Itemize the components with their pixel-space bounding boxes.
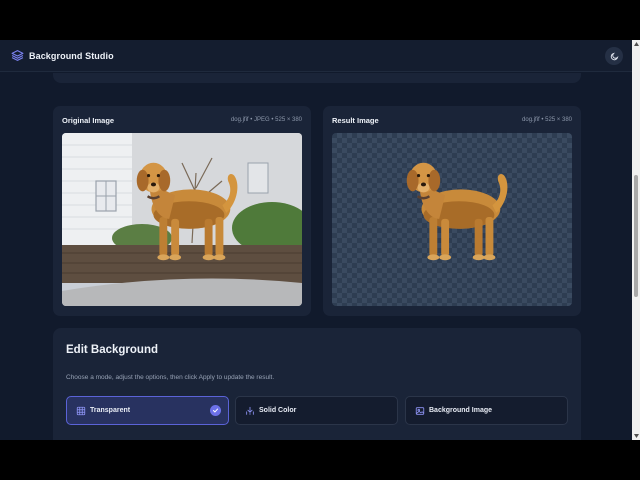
image-icon [415,406,425,416]
mode-background-image-button[interactable]: Background Image [405,396,568,425]
scroll-up-icon[interactable] [632,40,640,48]
paint-bucket-icon [245,406,255,416]
original-image-title: Original Image [62,116,115,125]
scroll-down-icon[interactable] [632,432,640,440]
check-icon [210,405,221,416]
vertical-scrollbar[interactable] [632,40,640,440]
app-title: Background Studio [29,50,114,61]
result-image-panel: Result Image dog.jfif • 525 × 380 [323,106,581,316]
edit-background-title: Edit Background [66,344,159,356]
mode-background-image-label: Background Image [429,407,493,414]
result-image-meta: dog.jfif • 525 × 380 [522,117,572,123]
app-viewport: Background Studio Original Image dog.jfi… [0,40,640,440]
mode-solid-color-button[interactable]: Solid Color [235,396,398,425]
app-header: Background Studio [0,40,632,72]
edit-background-card: Edit Background Choose a mode, adjust th… [53,328,581,440]
result-image-title: Result Image [332,116,379,125]
previous-card [53,73,581,83]
original-image [62,133,302,306]
original-image-panel: Original Image dog.jfif • JPEG • 525 × 3… [53,106,311,316]
layers-icon [11,49,24,62]
edit-background-description: Choose a mode, adjust the options, then … [66,374,275,381]
scrollbar-thumb[interactable] [634,175,638,297]
mode-transparent-button[interactable]: Transparent [66,396,229,425]
original-image-meta: dog.jfif • JPEG • 525 × 380 [230,117,302,123]
theme-toggle-button[interactable] [605,47,623,65]
mode-transparent-label: Transparent [90,407,131,414]
moon-icon [610,52,619,61]
mode-solid-color-label: Solid Color [259,407,297,414]
grid-icon [76,406,86,416]
result-image [332,133,572,306]
